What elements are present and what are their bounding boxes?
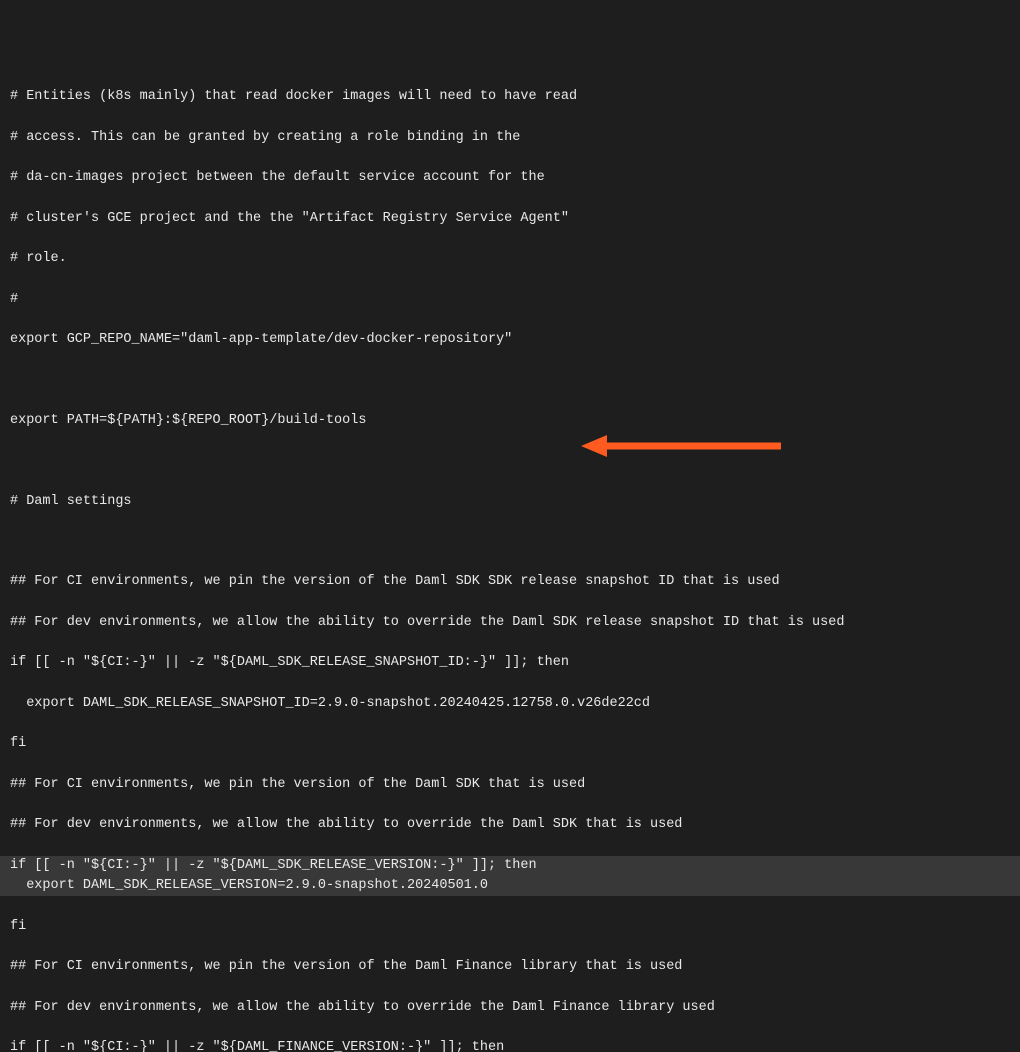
blank-line [10,451,1010,471]
code-line: fi [10,734,1010,754]
code-line-highlighted: export DAML_SDK_RELEASE_VERSION=2.9.0-sn… [10,876,1010,896]
code-line: ## For CI environments, we pin the versi… [10,775,1010,795]
code-line: # cluster's GCE project and the the "Art… [10,209,1010,229]
code-line: # da-cn-images project between the defau… [10,168,1010,188]
code-line: # access. This can be granted by creatin… [10,128,1010,148]
highlighted-region: if [[ -n "${CI:-}" || -z "${DAML_SDK_REL… [0,856,1020,897]
code-line: # role. [10,249,1010,269]
code-line: # [10,290,1010,310]
code-line: ## For dev environments, we allow the ab… [10,815,1010,835]
code-line: ## For CI environments, we pin the versi… [10,572,1010,592]
code-line: export DAML_SDK_RELEASE_SNAPSHOT_ID=2.9.… [10,694,1010,714]
code-line: ## For dev environments, we allow the ab… [10,998,1010,1018]
code-line: if [[ -n "${CI:-}" || -z "${DAML_SDK_REL… [10,653,1010,673]
code-line: ## For dev environments, we allow the ab… [10,613,1010,633]
code-line-highlighted: if [[ -n "${CI:-}" || -z "${DAML_SDK_REL… [10,856,1010,876]
code-line: # Daml settings [10,492,1010,512]
code-line: if [[ -n "${CI:-}" || -z "${DAML_FINANCE… [10,1038,1010,1052]
code-line: fi [10,917,1010,937]
code-line: # Entities (k8s mainly) that read docker… [10,87,1010,107]
code-line: ## For CI environments, we pin the versi… [10,957,1010,977]
blank-line [10,371,1010,391]
code-line: export GCP_REPO_NAME="daml-app-template/… [10,330,1010,350]
blank-line [10,532,1010,552]
code-line: export PATH=${PATH}:${REPO_ROOT}/build-t… [10,411,1010,431]
